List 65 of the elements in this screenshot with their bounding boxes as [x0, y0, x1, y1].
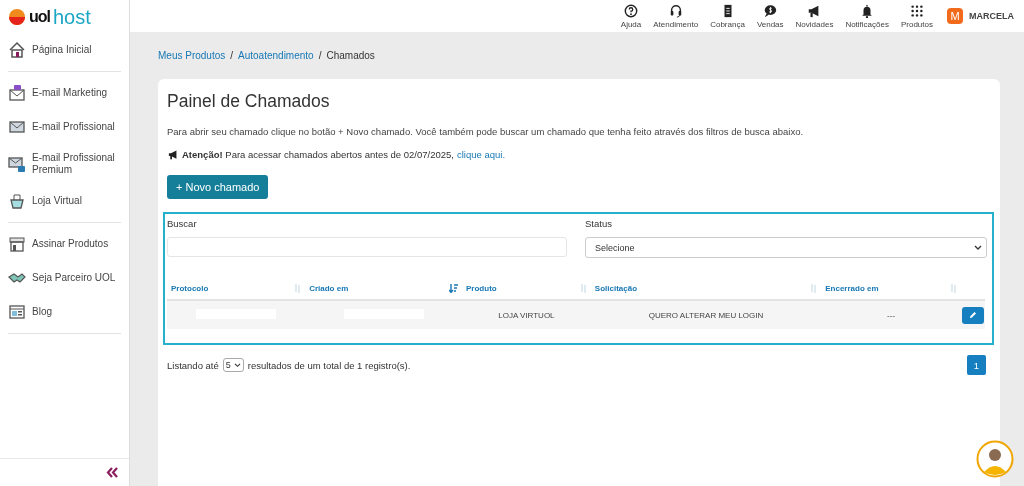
table-cell: ---: [887, 310, 896, 320]
sidebar-item[interactable]: E-mail Profissional: [8, 110, 121, 144]
home-icon: [8, 41, 26, 59]
status-label: Status: [585, 218, 613, 230]
listing-text: Listando até: [167, 359, 219, 371]
avatar-icon[interactable]: [976, 440, 1014, 478]
chevron-down-icon: [974, 244, 982, 251]
page-button[interactable]: 1: [967, 355, 986, 375]
sidebar-item[interactable]: Blog: [8, 295, 121, 329]
sidebar-item[interactable]: E-mail Marketing: [8, 76, 121, 110]
sidebar-item[interactable]: Página Inicial: [8, 33, 121, 67]
nav-item[interactable]: Cobrança: [704, 3, 751, 29]
description-text: Para abrir seu chamado clique no botão + Novo chamado. Você também pode buscar um chamado que tenha feito através dos filtros de busca abaixo.: [167, 126, 805, 137]
search-field[interactable]: [167, 237, 567, 257]
column-header[interactable]: Solicitação: [594, 283, 638, 293]
grid-icon: [910, 3, 924, 18]
nav-item[interactable]: Produtos: [894, 3, 939, 29]
nav-item[interactable]: Ajuda: [614, 3, 648, 29]
user-name[interactable]: MARCELA: [969, 11, 1014, 21]
column-header[interactable]: Produto: [466, 283, 497, 293]
column-header[interactable]: Protocolo: [171, 283, 209, 293]
sidebar-item[interactable]: Loja Virtual: [8, 184, 121, 218]
browser-icon: [8, 303, 26, 321]
pencil-icon: [969, 311, 977, 319]
envelope-icon: [8, 155, 26, 173]
breadcrumb-separator: /: [318, 50, 322, 63]
page-size-select[interactable]: 5: [222, 358, 244, 372]
nav-item[interactable]: Notificações: [839, 3, 895, 29]
breadcrumb-separator: /: [230, 50, 234, 63]
megaphone-icon: [167, 149, 179, 160]
notice-link[interactable]: clique aqui.: [457, 149, 506, 160]
sort-icon[interactable]: [449, 283, 459, 293]
envelope-icon: [8, 84, 26, 102]
envelope-icon: [8, 118, 26, 136]
breadcrumb-link[interactable]: Autoatendimento: [238, 50, 314, 66]
sidebar-item[interactable]: E-mail Profissional Premium: [8, 144, 121, 184]
nav-item[interactable]: Vendas: [750, 3, 790, 29]
status-select[interactable]: Selecione: [585, 237, 987, 258]
headset-icon: [668, 3, 683, 18]
nav-item[interactable]: Novidades: [789, 3, 840, 29]
chevron-down-icon: [233, 362, 241, 368]
breadcrumb-link[interactable]: Meus Produtos: [158, 50, 226, 66]
sidebar-item[interactable]: Assinar Produtos: [8, 227, 121, 261]
collapse-icon[interactable]: [106, 467, 119, 478]
edit-button[interactable]: [962, 306, 984, 324]
results-text: resultados de um total de 1 registro(s).: [247, 359, 411, 371]
help-icon: [624, 3, 639, 18]
column-header[interactable]: Encerrado em: [825, 283, 879, 293]
page-title: Painel de Chamados: [167, 91, 331, 112]
host-logo: host: [53, 7, 91, 27]
new-ticket-button[interactable]: + Novo chamado: [167, 175, 269, 199]
table-cell: QUERO ALTERAR MEU LOGIN: [648, 310, 764, 320]
column-header[interactable]: Criado em: [309, 283, 349, 293]
bell-icon: [860, 3, 875, 18]
sidebar-item[interactable]: Seja Parceiro UOL: [8, 261, 121, 295]
breadcrumb-current: Chamados: [326, 50, 375, 63]
money-bubble-icon: [763, 3, 778, 18]
storefront-icon: [8, 235, 26, 253]
notice-text: Atenção! Para acessar chamados abertos antes de 02/07/2025,: [182, 149, 454, 160]
brand-logo: uol: [29, 8, 50, 26]
basket-icon: [8, 192, 26, 210]
logo-icon: [8, 8, 26, 26]
nav-item[interactable]: Atendimento: [647, 3, 705, 29]
table-cell: LOJA VIRTUOL: [498, 310, 555, 320]
search-label: Buscar: [167, 218, 198, 230]
